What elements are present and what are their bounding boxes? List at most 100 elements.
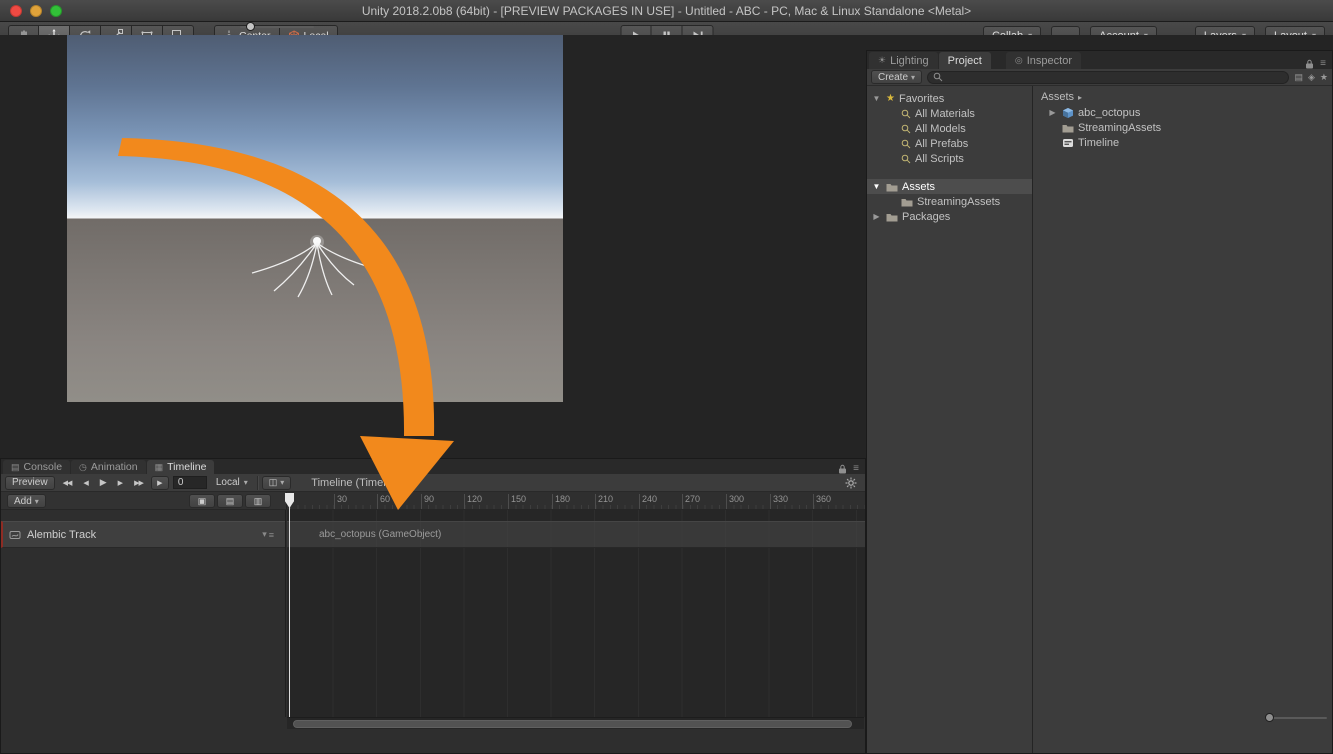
frame-field[interactable]: 0 bbox=[173, 476, 207, 489]
streaming-assets-folder-row[interactable]: StreamingAssets bbox=[867, 194, 1032, 209]
favorites-root[interactable]: ▼ ★ Favorites bbox=[867, 91, 1032, 106]
gear-icon bbox=[845, 477, 857, 489]
window-titlebar: Unity 2018.2.0b8 (64bit) - [PREVIEW PACK… bbox=[0, 0, 1333, 22]
add-label: Add bbox=[14, 496, 32, 507]
timescale-dropdown[interactable]: Local ▾ bbox=[211, 475, 253, 491]
file-timeline[interactable]: Timeline bbox=[1033, 135, 1332, 150]
ruler-tick: 150 bbox=[508, 494, 526, 509]
ruler-tick: 60 bbox=[377, 494, 390, 509]
favorite-all-materials[interactable]: All Materials bbox=[867, 106, 1032, 121]
timeline-asset-title[interactable]: Timeline (Timeline) bbox=[311, 477, 404, 489]
ruler-tick: 270 bbox=[682, 494, 700, 509]
zoom-slider-knob[interactable] bbox=[1265, 713, 1274, 722]
file-label: Timeline bbox=[1078, 137, 1119, 149]
favorite-all-models[interactable]: All Models bbox=[867, 121, 1032, 136]
chevron-down-icon[interactable]: ▾ bbox=[262, 529, 267, 540]
tab-animation[interactable]: ◷ Animation bbox=[71, 460, 146, 474]
bottom-tabbar: ▤ Console ◷ Animation ▦ Timeline ≡ bbox=[1, 459, 865, 474]
animation-icon: ◷ bbox=[79, 462, 87, 473]
track-menu-icon[interactable]: ≡ bbox=[269, 530, 274, 540]
tab-timeline[interactable]: ▦ Timeline bbox=[147, 460, 215, 474]
track-binding-label: abc_octopus (GameObject) bbox=[319, 529, 441, 540]
preview-toggle-button[interactable]: Preview bbox=[5, 476, 55, 490]
tab-console[interactable]: ▤ Console bbox=[3, 460, 70, 474]
goto-start-button[interactable]: ◀◀ bbox=[59, 475, 76, 491]
game-render-frame bbox=[67, 35, 563, 402]
replace-mode-icon: ▥ bbox=[254, 496, 263, 507]
disclosure-open-icon[interactable]: ▼ bbox=[871, 94, 882, 103]
disclosure-closed-icon[interactable]: ▶ bbox=[1047, 108, 1058, 117]
scrollbar-thumb[interactable] bbox=[293, 720, 852, 728]
ruler-tick: 180 bbox=[552, 494, 570, 509]
timeline-header-row: Add ▾ ▣ ▤ ▥ 30 60 90 120 150 180 210 240… bbox=[1, 492, 865, 510]
timeline-play-button[interactable]: ▶ bbox=[96, 475, 110, 491]
tab-label: Animation bbox=[91, 461, 138, 473]
project-folder-tree: ▼ ★ Favorites All Materials All Models A… bbox=[867, 86, 1033, 753]
alembic-track-header[interactable]: Alembic Track ▾≡ bbox=[1, 521, 285, 548]
game-view-panel: ◆ Game # Scene ∴ Animator Test Runner ⌂ … bbox=[0, 0, 630, 408]
search-by-type-icon[interactable]: ▤ bbox=[1294, 72, 1303, 83]
window-title: Unity 2018.2.0b8 (64bit) - [PREVIEW PACK… bbox=[0, 0, 1333, 22]
panel-menu-icon[interactable]: ≡ bbox=[853, 463, 859, 474]
tab-lighting[interactable]: ☀ Lighting bbox=[869, 52, 938, 69]
timeline-asset-icon bbox=[1062, 137, 1074, 149]
ruler-tick: 120 bbox=[464, 494, 482, 509]
streaming-assets-label: StreamingAssets bbox=[917, 196, 1000, 208]
tab-inspector[interactable]: ◎ Inspector bbox=[1006, 52, 1081, 69]
timeline-icon: ▦ bbox=[155, 462, 164, 473]
ripple-mode-icon: ▤ bbox=[226, 496, 235, 507]
timeline-settings-button[interactable] bbox=[845, 477, 861, 489]
next-frame-button[interactable]: ▶ bbox=[114, 475, 126, 491]
favorite-all-prefabs[interactable]: All Prefabs bbox=[867, 136, 1032, 151]
project-create-button[interactable]: Create ▾ bbox=[871, 70, 922, 84]
project-toolbar: Create ▾ ▤ ◈ ★ bbox=[867, 69, 1332, 86]
thumbnail-zoom-slider[interactable] bbox=[1265, 713, 1327, 723]
project-split: ▼ ★ Favorites All Materials All Models A… bbox=[867, 86, 1332, 753]
previous-frame-button[interactable]: ◀ bbox=[79, 475, 91, 491]
favorites-filter-icon[interactable]: ★ bbox=[1320, 72, 1328, 83]
panel-menu-icon[interactable]: ≡ bbox=[1320, 58, 1326, 69]
ruler-tick: 360 bbox=[813, 494, 831, 509]
file-streaming-assets[interactable]: StreamingAssets bbox=[1033, 120, 1332, 135]
disclosure-open-icon[interactable]: ▼ bbox=[871, 182, 882, 191]
packages-label: Packages bbox=[902, 211, 950, 223]
chevron-down-icon: ▾ bbox=[244, 478, 248, 487]
tab-project[interactable]: Project bbox=[939, 52, 991, 69]
timeline-horizontal-scrollbar[interactable] bbox=[287, 717, 864, 729]
timeline-toolbar: Preview ◀◀ ◀ ▶ ▶ ▶▶ ▶ 0 Local ▾ ◫ ▾ Time… bbox=[1, 474, 865, 492]
replace-mode-button[interactable]: ▥ bbox=[245, 494, 271, 508]
favorite-label: All Models bbox=[915, 123, 966, 135]
favorite-all-scripts[interactable]: All Scripts bbox=[867, 151, 1032, 166]
ruler-tick: 210 bbox=[595, 494, 613, 509]
mix-mode-icon: ▣ bbox=[198, 496, 207, 507]
file-label: abc_octopus bbox=[1078, 107, 1140, 119]
favorite-label: All Scripts bbox=[915, 153, 964, 165]
ripple-mode-button[interactable]: ▤ bbox=[217, 494, 243, 508]
scale-slider[interactable] bbox=[240, 26, 314, 28]
add-track-button[interactable]: Add ▾ bbox=[7, 494, 46, 508]
alembic-track-lane[interactable]: abc_octopus (GameObject) bbox=[287, 521, 865, 548]
star-icon: ★ bbox=[886, 93, 895, 104]
packages-folder-row[interactable]: ▶ Packages bbox=[867, 209, 1032, 224]
ruler-tick: 240 bbox=[639, 494, 657, 509]
lock-icon[interactable] bbox=[838, 464, 847, 474]
timeline-ruler[interactable]: 30 60 90 120 150 180 210 240 270 300 330… bbox=[286, 492, 865, 509]
folder-icon bbox=[886, 182, 898, 192]
play-range-icon: ▶ bbox=[157, 479, 162, 487]
project-search-input[interactable] bbox=[927, 71, 1289, 84]
breadcrumb-label[interactable]: Assets bbox=[1041, 91, 1074, 103]
clip-edit-mode-button[interactable]: ◫ ▾ bbox=[262, 476, 292, 490]
play-range-toggle[interactable]: ▶ bbox=[151, 476, 169, 490]
disclosure-closed-icon[interactable]: ▶ bbox=[871, 212, 882, 221]
chevron-down-icon: ▾ bbox=[280, 478, 284, 487]
track-lane-column[interactable]: abc_octopus (GameObject) bbox=[287, 510, 865, 717]
lock-icon[interactable] bbox=[1305, 59, 1314, 69]
file-abc-octopus[interactable]: ▶ abc_octopus bbox=[1033, 105, 1332, 120]
goto-end-button[interactable]: ▶▶ bbox=[130, 475, 147, 491]
frame-value: 0 bbox=[178, 477, 184, 488]
assets-folder-row[interactable]: ▼ Assets bbox=[867, 179, 1032, 194]
mix-mode-button[interactable]: ▣ bbox=[189, 494, 215, 508]
search-icon bbox=[901, 154, 911, 164]
search-by-label-icon[interactable]: ◈ bbox=[1308, 72, 1315, 83]
favorite-label: All Prefabs bbox=[915, 138, 968, 150]
